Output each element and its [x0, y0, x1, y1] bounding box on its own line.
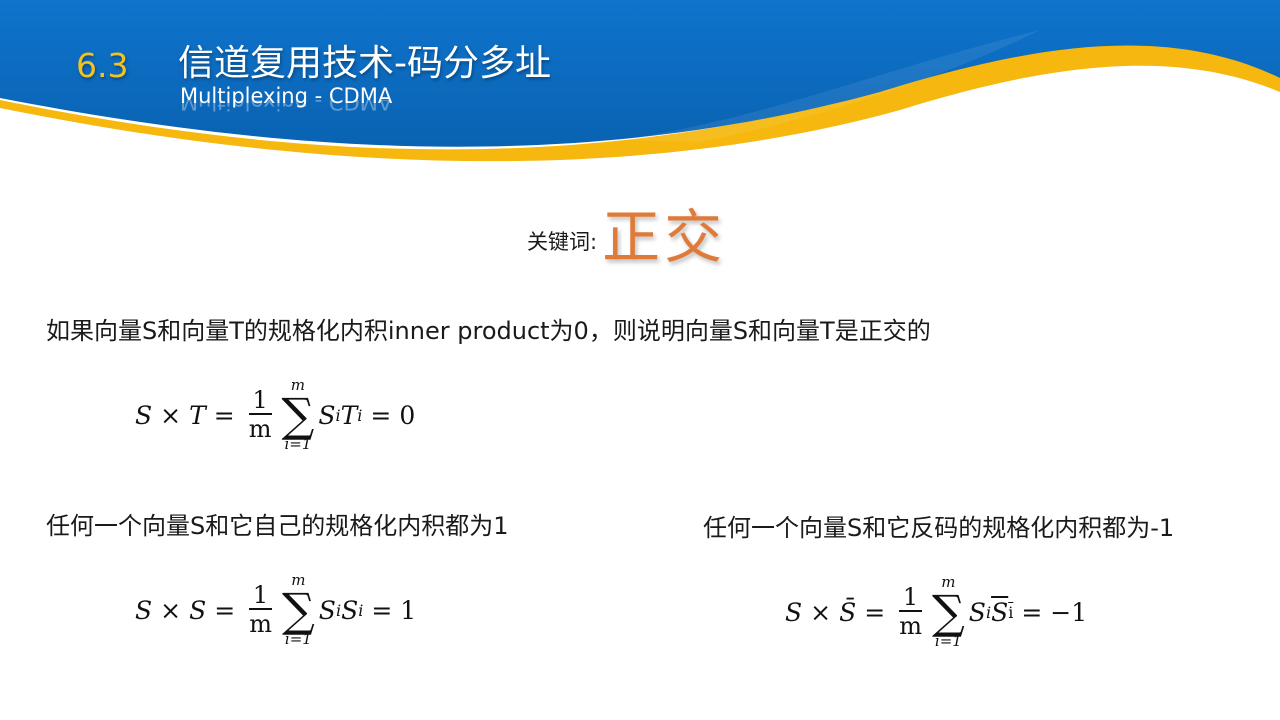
orthogonal-definition-text: 如果向量S和向量T的规格化内积inner product为0，则说明向量S和向量…	[46, 317, 931, 345]
eq-result: 1	[400, 595, 417, 625]
eq-result: −1	[1050, 597, 1088, 627]
equation-complement-product: S × S̄ = 1 m m ∑ i=1 Si Si = −1	[785, 575, 1087, 649]
frac-denominator: m	[899, 611, 922, 640]
eq-lhs-b: S̄	[839, 597, 857, 627]
equation-orthogonal: S × T = 1 m m ∑ i=1 Si Ti = 0	[135, 378, 415, 452]
eq-times: ×	[160, 400, 182, 430]
eq-equals: =	[214, 595, 236, 625]
term-b: T	[340, 400, 358, 430]
term-b-sub: i	[1008, 602, 1014, 622]
sigma-symbol: ∑	[281, 388, 315, 442]
eq-fraction: 1 m	[248, 386, 272, 443]
term-b-sub: i	[357, 405, 363, 425]
eq-fraction: 1 m	[249, 582, 272, 638]
eq-lhs-a: S	[135, 400, 153, 430]
sum-lower: i=1	[934, 632, 962, 650]
eq-lhs-b: T	[189, 400, 206, 430]
eq-equals: =	[213, 400, 235, 430]
term-b: S	[341, 595, 359, 625]
keyword-value: 正交	[602, 203, 727, 271]
section-number: 6.3	[76, 46, 129, 85]
summation: m ∑ i=1	[282, 378, 315, 452]
subtitle-block: Multiplexing - CDMA Multiplexing - CDMA	[180, 84, 392, 114]
eq-fraction: 1 m	[899, 584, 922, 640]
complement-product-text: 任何一个向量S和它反码的规格化内积都为-1	[703, 514, 1175, 542]
eq-lhs-a: S	[785, 597, 803, 627]
sigma-symbol: ∑	[281, 583, 315, 637]
eq-equals-2: =	[370, 400, 392, 430]
eq-lhs-b: S	[189, 595, 207, 625]
frac-numerator: 1	[252, 581, 269, 610]
equation-self-product: S × S = 1 m m ∑ i=1 Si Si = 1	[135, 573, 416, 647]
sum-lower: i=1	[284, 630, 312, 648]
sum-lower: i=1	[284, 435, 312, 453]
frac-denominator: m	[248, 414, 272, 443]
eq-times: ×	[810, 597, 832, 627]
term-a: S	[318, 595, 336, 625]
term-a: S	[318, 400, 336, 430]
summation: m ∑ i=1	[932, 575, 965, 649]
sigma-symbol: ∑	[931, 585, 965, 639]
term-a: S	[968, 597, 986, 627]
frac-numerator: 1	[252, 386, 268, 415]
term-b-complement: S	[991, 597, 1009, 627]
frac-denominator: m	[249, 609, 272, 638]
eq-equals-2: =	[1021, 597, 1043, 627]
frac-numerator: 1	[902, 583, 919, 612]
slide-title: 信道复用技术-码分多址	[178, 43, 551, 84]
slide-subtitle-reflection: Multiplexing - CDMA	[180, 100, 393, 114]
keyword-row: 关键词: 正交	[527, 190, 726, 274]
summation: m ∑ i=1	[282, 573, 315, 647]
eq-result: 0	[399, 400, 416, 430]
eq-equals-2: =	[371, 595, 393, 625]
self-product-text: 任何一个向量S和它自己的规格化内积都为1	[46, 512, 509, 540]
term-b-sub: i	[358, 600, 364, 620]
keyword-label: 关键词:	[527, 230, 598, 254]
eq-lhs-a: S	[135, 595, 153, 625]
eq-times: ×	[160, 595, 182, 625]
eq-equals: =	[864, 597, 886, 627]
